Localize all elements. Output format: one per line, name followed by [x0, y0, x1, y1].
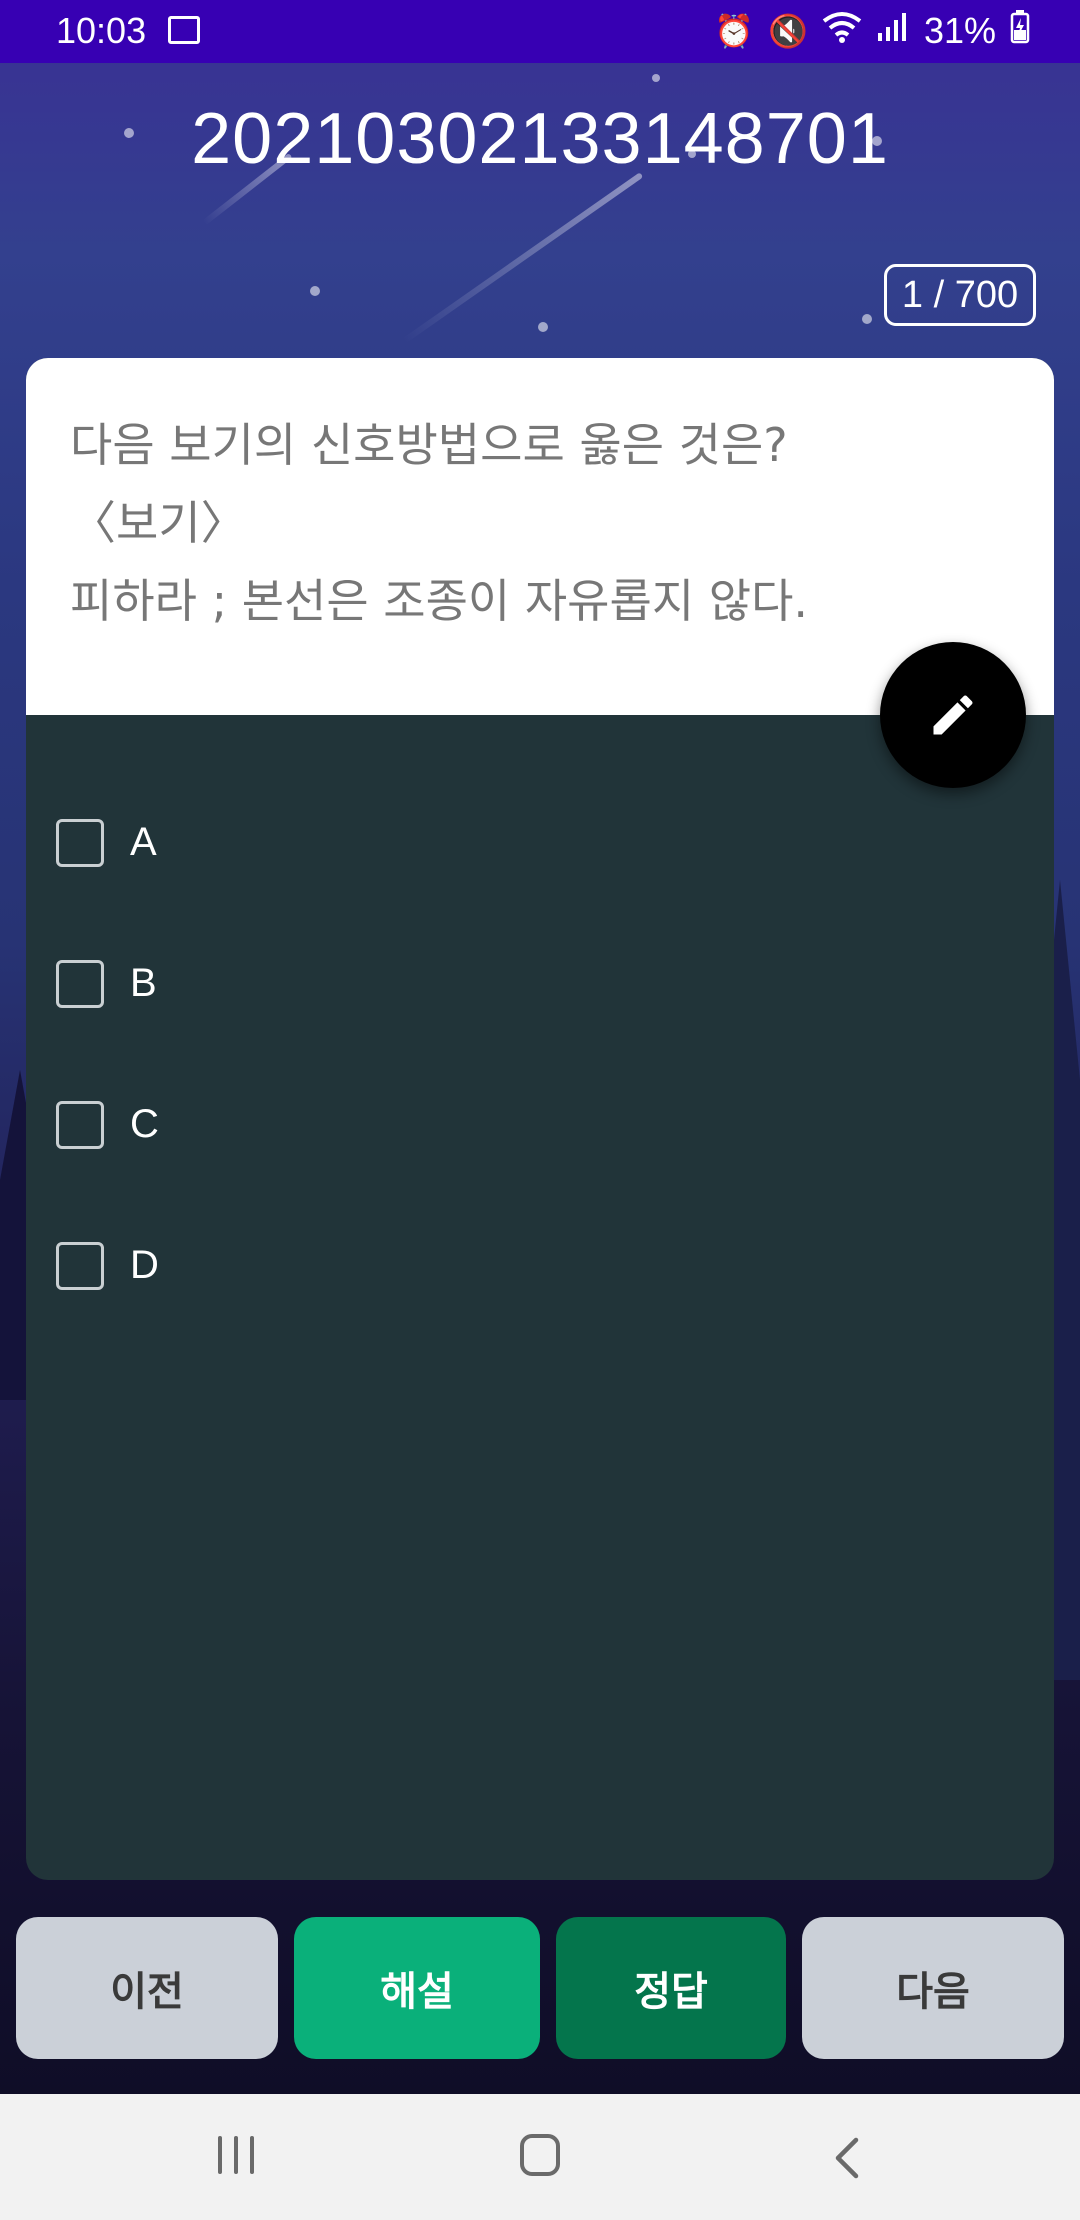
- prev-button[interactable]: 이전: [16, 1917, 278, 2059]
- alarm-icon: ⏰: [714, 13, 755, 49]
- option-label: C: [130, 1102, 159, 1146]
- question-line: 〈보기〉: [70, 496, 247, 550]
- star: [538, 322, 548, 332]
- wifi-icon: [822, 11, 862, 51]
- battery-icon: [1010, 10, 1030, 52]
- checkbox[interactable]: [56, 1100, 104, 1149]
- question-line: 피하라 ; 본선은 조종이 자유롭지 않다.: [70, 574, 809, 628]
- star: [862, 314, 872, 324]
- bottom-button-bar: 이전 해설 정답 다음: [0, 1917, 1080, 2059]
- status-icons: ⏰ 🔇 31%: [714, 10, 1030, 52]
- next-button[interactable]: 다음: [802, 1917, 1064, 2059]
- checkbox[interactable]: [56, 1241, 104, 1290]
- star: [310, 286, 320, 296]
- answer-button[interactable]: 정답: [556, 1917, 786, 2059]
- checkbox[interactable]: [56, 959, 104, 1008]
- system-nav-bar: [0, 2094, 1080, 2220]
- home-icon[interactable]: [520, 2134, 560, 2176]
- image-icon: [168, 16, 200, 44]
- option-label: B: [130, 961, 157, 1005]
- recent-apps-icon[interactable]: [218, 2136, 258, 2176]
- option-c[interactable]: C: [56, 1054, 159, 1195]
- question-counter: 1 / 700: [884, 264, 1036, 326]
- back-icon[interactable]: [832, 2136, 862, 2184]
- status-bar: 10:03 ⏰ 🔇 31%: [0, 0, 1080, 63]
- option-a[interactable]: A: [56, 772, 159, 913]
- status-time: 10:03: [56, 10, 147, 51]
- option-label: A: [130, 820, 157, 864]
- explanation-button[interactable]: 해설: [294, 1917, 540, 2059]
- checkbox[interactable]: [56, 818, 104, 867]
- star: [652, 74, 660, 82]
- question-text: 다음 보기의 신호방법으로 옳은 것은? 〈보기〉 피하라 ; 본선은 조종이 …: [26, 358, 1054, 715]
- signal-icon: [876, 11, 910, 51]
- question-line: 다음 보기의 신호방법으로 옳은 것은?: [70, 418, 788, 472]
- mute-icon: 🔇: [768, 13, 808, 49]
- edit-fab-button[interactable]: [880, 642, 1026, 788]
- pencil-icon: [933, 695, 973, 735]
- battery-percent: 31%: [923, 10, 996, 51]
- answer-options: A B C D: [56, 772, 159, 1336]
- shooting-star: [402, 172, 644, 344]
- question-title: 20210302133148701: [191, 99, 889, 179]
- question-card: 다음 보기의 신호방법으로 옳은 것은? 〈보기〉 피하라 ; 본선은 조종이 …: [26, 358, 1054, 1880]
- option-b[interactable]: B: [56, 913, 159, 1054]
- option-label: D: [130, 1243, 159, 1287]
- option-d[interactable]: D: [56, 1195, 159, 1336]
